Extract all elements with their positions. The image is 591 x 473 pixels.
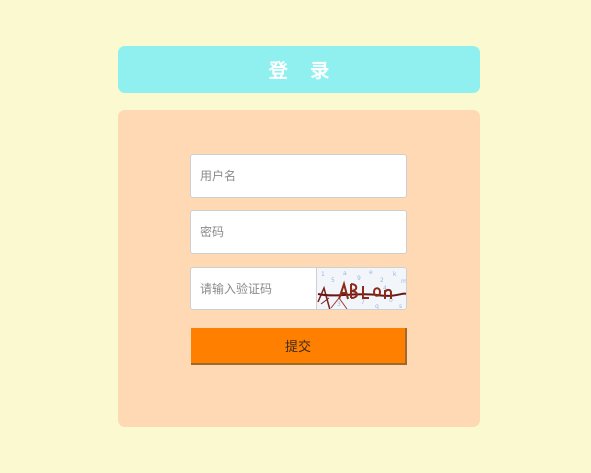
svg-text:a: a xyxy=(343,270,347,277)
username-input[interactable] xyxy=(190,154,407,198)
svg-text:7: 7 xyxy=(361,299,365,306)
password-input[interactable] xyxy=(190,210,407,254)
captcha-input[interactable] xyxy=(190,267,317,310)
svg-text:m: m xyxy=(401,278,407,285)
svg-text:e: e xyxy=(369,269,373,276)
login-title: 登 录 xyxy=(268,60,338,82)
captcha-image[interactable]: 15a 9e2 kmr 37q 0sh 4 xyxy=(316,267,407,310)
svg-text:3: 3 xyxy=(337,301,341,308)
svg-text:k: k xyxy=(393,271,397,278)
svg-text:2: 2 xyxy=(380,277,384,284)
login-title-bar: 登 录 xyxy=(118,46,480,93)
svg-text:5: 5 xyxy=(331,277,335,284)
submit-button[interactable]: 提交 xyxy=(191,328,407,365)
svg-text:q: q xyxy=(375,303,379,310)
svg-text:9: 9 xyxy=(357,275,361,282)
svg-text:s: s xyxy=(399,303,402,310)
captcha-noise-graphic: 15a 9e2 kmr 3 7q 0sh 4 xyxy=(317,269,407,310)
svg-text:1: 1 xyxy=(321,271,325,278)
login-form-panel: 15a 9e2 kmr 37q 0sh 4 提交 xyxy=(118,110,480,427)
